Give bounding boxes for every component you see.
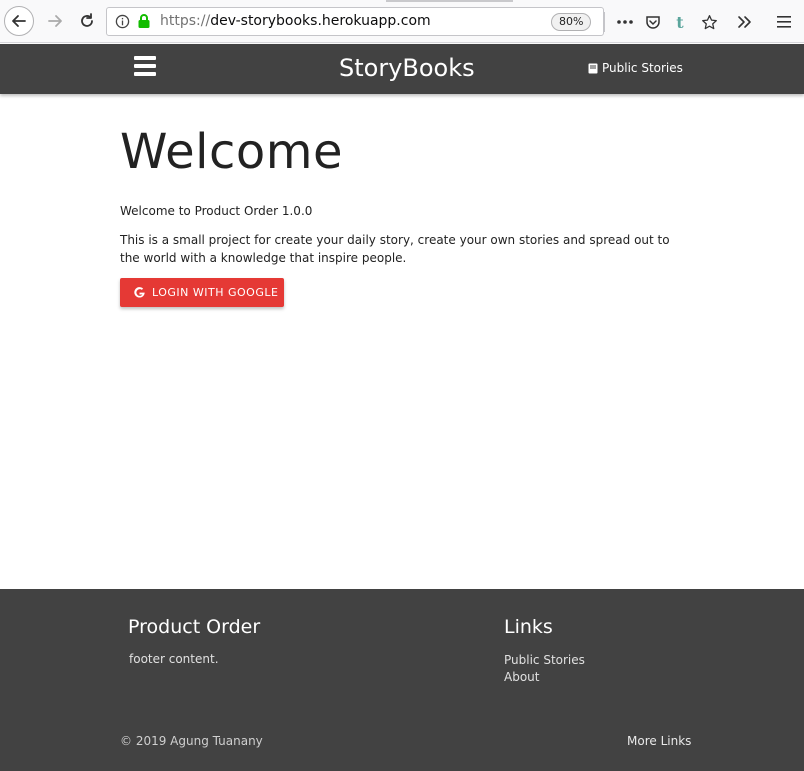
url-scheme: https:// [160, 13, 211, 29]
intro-text: Welcome to Product Order 1.0.0 [120, 204, 313, 218]
footer-link-public-stories[interactable]: Public Stories [504, 652, 585, 669]
url-host: dev-storybooks.herokuapp.com [210, 13, 431, 29]
pocket-icon[interactable] [641, 10, 665, 34]
browser-toolbar: https://dev-storybooks.herokuapp.com 80%… [0, 0, 804, 43]
more-links-link[interactable]: More Links [627, 734, 691, 748]
book-icon [588, 63, 598, 73]
footer-content: footer content. [129, 652, 219, 666]
login-button-label: LOGIN WITH GOOGLE [152, 286, 279, 299]
hamburger-icon[interactable] [134, 56, 156, 76]
zoom-level-badge[interactable]: 80% [551, 13, 592, 31]
footer-link-about[interactable]: About [504, 669, 585, 686]
main-content: Welcome Welcome to Product Order 1.0.0 T… [120, 94, 684, 307]
back-button[interactable] [4, 6, 34, 36]
nav-public-stories[interactable]: Public Stories [588, 61, 683, 75]
footer-links-title: Links [504, 616, 553, 638]
reload-icon [81, 13, 93, 27]
login-with-google-button[interactable]: LOGIN WITH GOOGLE [120, 278, 284, 307]
tab-indicator [386, 0, 513, 2]
tumblr-icon[interactable]: t [668, 10, 692, 34]
info-icon[interactable] [115, 14, 130, 29]
forward-button[interactable] [40, 6, 70, 36]
brand-logo[interactable]: StoryBooks [339, 54, 475, 82]
back-arrow-icon [12, 15, 26, 27]
nav-public-stories-label: Public Stories [602, 61, 683, 75]
page-footer: Product Order footer content. Links Publ… [0, 589, 804, 771]
star-icon[interactable] [697, 10, 721, 34]
site-navbar: StoryBooks Public Stories [0, 44, 804, 94]
footer-links-list: Public Stories About [504, 652, 585, 686]
copyright-text: © 2019 Agung Tuanany [120, 734, 263, 748]
toolbar-divider [604, 12, 605, 32]
forward-arrow-icon [48, 15, 62, 27]
more-icon[interactable] [613, 10, 637, 34]
url-bar[interactable]: https://dev-storybooks.herokuapp.com 80% [106, 7, 604, 36]
google-icon [134, 287, 145, 298]
menu-icon[interactable] [772, 10, 796, 34]
overflow-icon[interactable] [733, 10, 757, 34]
reload-button[interactable] [72, 6, 102, 36]
lock-icon [138, 14, 150, 28]
url-text[interactable]: https://dev-storybooks.herokuapp.com [160, 13, 431, 29]
footer-title: Product Order [128, 616, 261, 638]
page-title: Welcome [120, 124, 344, 180]
description-text: This is a small project for create your … [120, 233, 670, 265]
